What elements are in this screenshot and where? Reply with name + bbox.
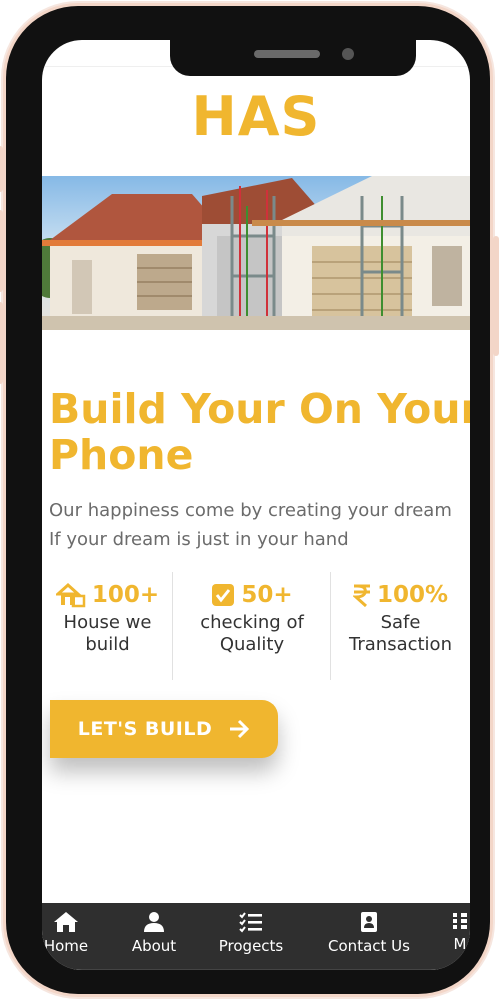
checklist-icon [239,912,262,933]
side-button [493,236,499,356]
stat-label: House we build [42,612,173,656]
construction-house-illustration [42,176,470,330]
hero-image [42,176,470,330]
side-button [0,302,3,384]
front-camera-icon [342,48,354,60]
headline-line: Build Your On Your [49,385,470,433]
stat-label-line: Quality [219,634,285,655]
stat-value: 100% [376,582,449,608]
side-button [0,146,3,192]
brand-logo[interactable]: HAS [42,85,470,148]
stat-label: Safe Transaction [331,612,470,656]
home-icon [54,912,78,932]
checkbox-icon [212,584,235,606]
stat-quality-checks: 50+ checking of Quality [173,572,331,680]
stat-label-line: House we [63,612,152,633]
subtext-line: Our happiness come by creating your drea… [49,500,452,521]
side-button [0,210,3,292]
grid-icon [453,913,467,929]
subtext-line: If your dream is just in your hand [49,529,349,550]
headline-line: Phone [49,431,194,479]
stat-label-line: build [85,634,130,655]
page-headline: Build Your On Your Phone [49,385,470,479]
contact-card-icon [361,912,377,932]
stat-label-line: Safe [380,612,421,633]
hero-subtext: Our happiness come by creating your drea… [49,496,452,554]
speaker-grille [254,50,320,58]
stat-value: 100+ [91,582,160,608]
lets-build-button[interactable]: LET'S BUILD [50,700,278,758]
nav-item-more[interactable]: M [448,911,470,963]
user-icon [144,912,164,932]
stat-label-line: checking of [200,612,304,633]
rupee-icon [352,584,370,607]
nav-label: About [131,937,177,955]
nav-item-projects[interactable]: Progects [212,911,290,963]
nav-label: Contact Us [328,937,410,955]
stat-label: checking of Quality [173,612,331,656]
cta-label: LET'S BUILD [77,718,213,740]
stat-value: 50+ [241,582,293,608]
nav-label: Home [43,937,89,955]
arrow-right-icon [230,719,250,739]
stat-safe-transaction: 100% Safe Transaction [331,572,470,680]
nav-label: M [453,935,467,953]
bottom-navigation: Home About Progects Contact Us M [42,903,470,969]
nav-item-about[interactable]: About [122,911,186,963]
phone-frame: HAS Build Your On Your Phone Our happine… [0,6,499,994]
nav-label: Progects [218,937,284,955]
app-screen: HAS Build Your On Your Phone Our happine… [42,40,470,970]
phone-notch [170,40,416,76]
nav-item-home[interactable]: Home [42,911,94,963]
stat-label-line: Transaction [349,634,452,655]
home-indicator [42,969,470,970]
nav-item-contact-us[interactable]: Contact Us [324,911,414,963]
stats-row: 100+ House we build 50+ checking of Qual… [42,572,470,680]
house-build-icon [55,582,86,608]
stat-houses-built: 100+ House we build [42,572,173,680]
